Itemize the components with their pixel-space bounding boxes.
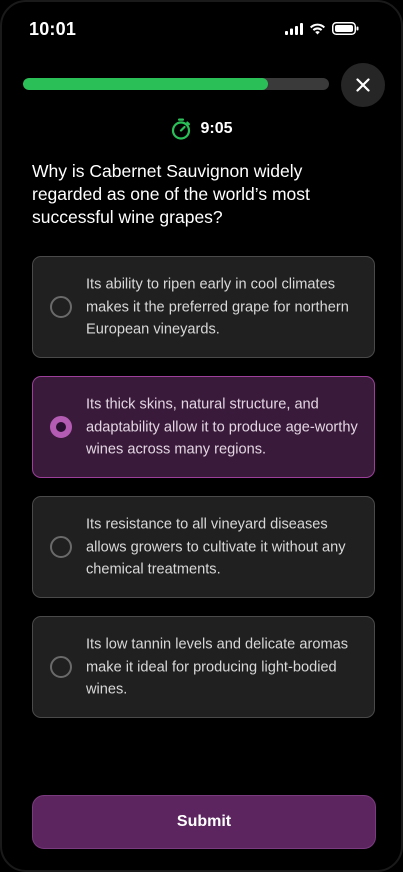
status-time: 10:01	[29, 19, 77, 39]
radio-button[interactable]	[50, 656, 72, 678]
progress-fill	[23, 78, 268, 90]
signal-icon	[285, 22, 303, 35]
timer: 9:05	[2, 118, 401, 140]
status-bar: 10:01	[2, 2, 401, 58]
radio-button[interactable]	[50, 536, 72, 558]
question-text: Why is Cabernet Sauvignon widely regarde…	[32, 161, 310, 227]
answer-option-text: Its low tannin levels and delicate aroma…	[86, 636, 349, 698]
quiz-screen: 10:01 9:05 Why is Cabernet Sauvignon wid…	[0, 0, 403, 872]
close-button[interactable]	[341, 63, 385, 107]
answer-option-4[interactable]: Its low tannin levels and delicate aroma…	[32, 616, 375, 718]
answer-option-1[interactable]: Its ability to ripen early in cool clima…	[32, 256, 375, 358]
status-icons	[285, 22, 359, 35]
answer-option-2[interactable]: Its thick skins, natural structure, and …	[32, 376, 375, 478]
answer-option-3[interactable]: Its resistance to all vineyard diseases …	[32, 496, 375, 598]
submit-button[interactable]: Submit	[32, 795, 376, 849]
wifi-icon	[310, 23, 325, 34]
answer-option-text: Its resistance to all vineyard diseases …	[86, 516, 346, 578]
stopwatch-icon	[172, 118, 191, 140]
radio-button[interactable]	[50, 296, 72, 318]
answer-option-text: Its ability to ripen early in cool clima…	[86, 276, 349, 338]
timer-text: 9:05	[200, 120, 233, 137]
radio-button[interactable]	[50, 416, 72, 438]
progress-bar	[23, 78, 329, 90]
close-icon	[356, 78, 370, 92]
battery-icon	[332, 22, 359, 35]
answer-option-text: Its thick skins, natural structure, and …	[86, 396, 358, 458]
